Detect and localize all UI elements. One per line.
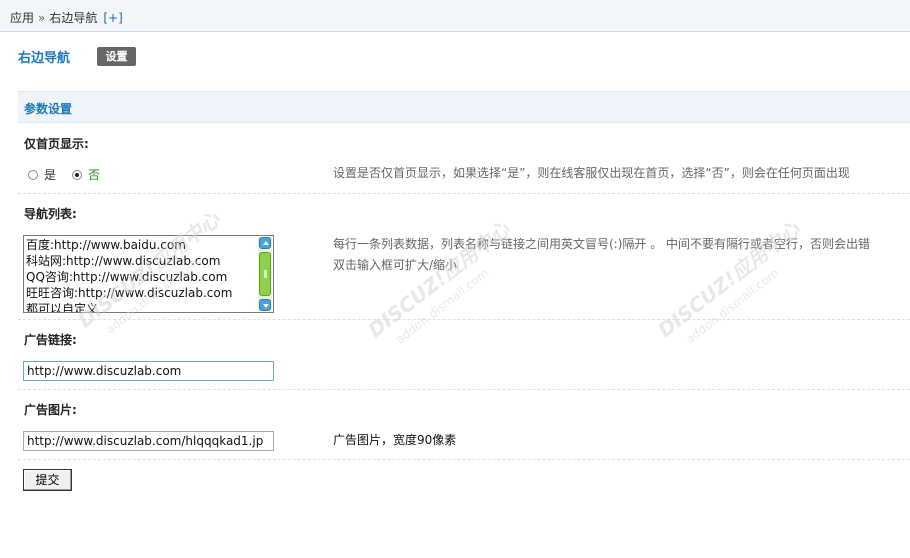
ad-link-input[interactable]: http://www.discuzlab.com: [23, 361, 274, 381]
homepage-only-label: 仅首页显示:: [24, 137, 89, 151]
row-divider: [18, 459, 910, 460]
homepage-only-radio-group: 是 否: [28, 166, 116, 183]
scroll-up-arrow-icon[interactable]: [259, 237, 271, 249]
scroll-down-arrow-icon[interactable]: [259, 299, 271, 311]
section-header: 参数设置: [18, 91, 910, 123]
radio-no[interactable]: [72, 169, 83, 180]
watermark-logo: DISCUZ!应用中心 addon.dismall.com: [639, 204, 832, 376]
radio-yes[interactable]: [28, 169, 38, 180]
watermark-logo: DISCUZ!应用中心 addon.dismall.com: [349, 204, 542, 376]
top-bar: 应用 » 右边导航 [+]: [0, 0, 910, 32]
homepage-only-hint: 设置是否仅首页显示，如果选择“是”，则在线客服仅出现在首页，选择“否”，则会在任…: [333, 166, 850, 180]
breadcrumb: 应用 » 右边导航 [+]: [10, 9, 123, 26]
page-title[interactable]: 右边导航: [18, 47, 70, 66]
scroll-thumb[interactable]: [259, 252, 271, 296]
ad-link-label: 广告链接:: [24, 333, 77, 347]
ad-image-label: 广告图片:: [24, 403, 77, 417]
add-shortcut-link[interactable]: [+]: [103, 11, 122, 25]
ad-image-input[interactable]: http://www.discuzlab.com/hlqqqkad1.jp: [23, 431, 274, 451]
ad-image-hint: 广告图片，宽度90像素: [333, 433, 457, 447]
submit-button[interactable]: 提交: [23, 469, 72, 491]
radio-no-label[interactable]: 否: [88, 166, 100, 183]
nav-list-label: 导航列表:: [24, 207, 77, 221]
textarea-scrollbar[interactable]: [258, 237, 272, 311]
row-divider: [18, 389, 910, 390]
settings-tab-button[interactable]: 设置: [97, 47, 136, 66]
breadcrumb-current: 右边导航: [49, 11, 98, 25]
radio-yes-label[interactable]: 是: [44, 166, 56, 183]
breadcrumb-separator: »: [38, 11, 46, 25]
row-divider: [18, 193, 910, 194]
breadcrumb-app-link[interactable]: 应用: [10, 11, 34, 25]
section-title: 参数设置: [24, 102, 73, 116]
